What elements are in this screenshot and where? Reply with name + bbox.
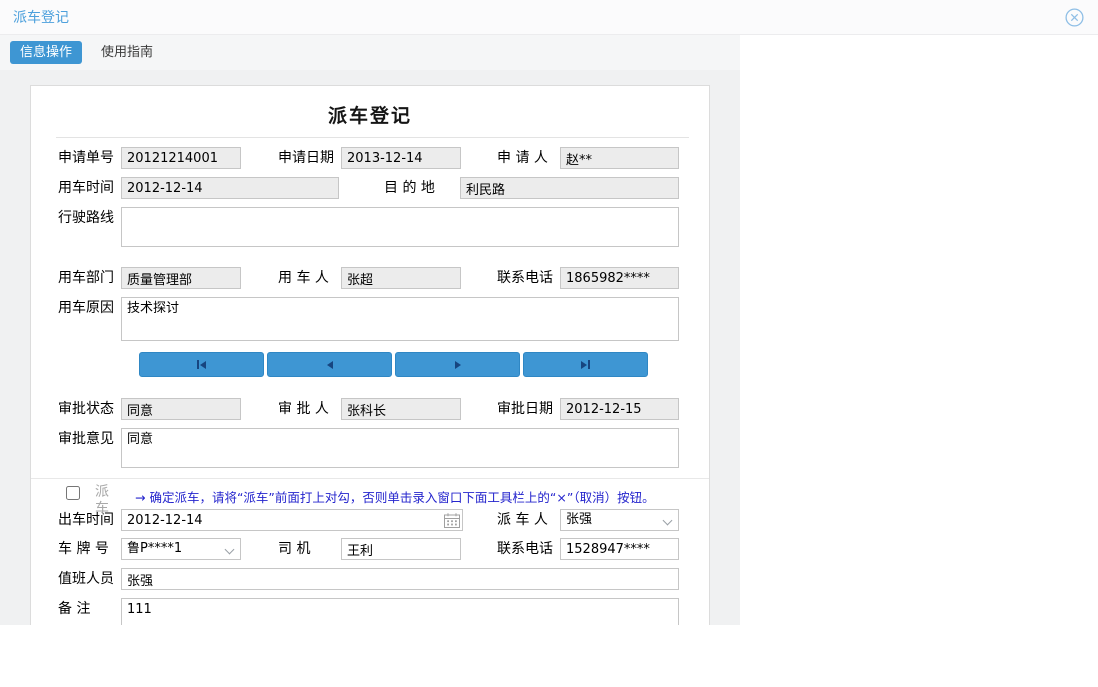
applicant-label: 申 请 人 [497, 147, 548, 169]
tab-info-operation[interactable]: 信息操作 [10, 41, 82, 64]
form-row: 申请单号 申请日期 申 请 人 [31, 147, 709, 169]
duty-person-input[interactable] [121, 568, 679, 590]
approver-label: 审 批 人 [278, 398, 329, 420]
form-row: 用车原因 技术探讨 [31, 297, 709, 341]
plate-no-label: 车 牌 号 [58, 538, 109, 560]
approver-input [341, 398, 461, 420]
route-label: 行驶路线 [58, 207, 114, 229]
nav-first-button[interactable] [139, 352, 264, 377]
record-navbar [139, 352, 648, 377]
department-label: 用车部门 [58, 267, 114, 289]
user-phone-label: 联系电话 [497, 267, 553, 289]
nav-next-button[interactable] [395, 352, 520, 377]
driver-label: 司 机 [278, 538, 310, 560]
destination-input [460, 177, 679, 199]
chevron-down-icon [663, 516, 673, 526]
page-background [0, 625, 1098, 687]
form-row: 用车时间 目 的 地 [31, 177, 709, 199]
form-title: 派车登记 [31, 101, 709, 128]
form-row: 出车时间 [31, 509, 709, 531]
apply-date-label: 申请日期 [278, 147, 334, 169]
route-textarea[interactable] [121, 207, 679, 247]
depart-time-input[interactable] [121, 509, 463, 531]
form-row: 行驶路线 [31, 207, 709, 247]
remark-label: 备 注 [58, 598, 90, 620]
calendar-icon[interactable] [443, 512, 461, 529]
circle-x-icon [1064, 7, 1085, 28]
dispatcher-select[interactable]: 张强 [560, 509, 679, 531]
department-input [121, 267, 241, 289]
dispatch-note: → 确定派车，请将“派车”前面打上对勾，否则单击录入窗口下面工具栏上的“×”（取… [135, 487, 655, 506]
chevron-down-icon [225, 545, 235, 555]
dialog-title: 派车登记 [13, 7, 69, 27]
driver-input[interactable] [341, 538, 461, 560]
left-column: 信息操作 使用指南 派车登记 申请单号 申请日期 申 请 人 用车 [0, 35, 740, 625]
car-user-label: 用 车 人 [278, 267, 329, 289]
first-record-icon [197, 360, 199, 369]
apply-no-label: 申请单号 [58, 147, 114, 169]
form-row: 审批状态 审 批 人 审批日期 [31, 398, 709, 420]
destination-label: 目 的 地 [384, 177, 435, 199]
tab-bar: 信息操作 使用指南 [0, 35, 740, 70]
use-time-input [121, 177, 339, 199]
nav-prev-button[interactable] [267, 352, 392, 377]
user-phone-input [560, 267, 679, 289]
form-row: 值班人员 [31, 568, 709, 590]
title-divider [56, 137, 689, 138]
dialog-content: 信息操作 使用指南 派车登记 申请单号 申请日期 申 请 人 用车 [0, 35, 1098, 625]
approve-opinion-label: 审批意见 [58, 428, 114, 450]
approve-status-input [121, 398, 241, 420]
apply-no-input [121, 147, 241, 169]
dispatcher-label: 派 车 人 [497, 509, 548, 531]
form-row: 审批意见 同意 [31, 428, 709, 468]
prev-record-icon [327, 361, 333, 369]
use-time-label: 用车时间 [58, 177, 114, 199]
right-blank-panel [740, 35, 1098, 625]
dispatch-checkbox[interactable] [66, 486, 80, 500]
remark-textarea[interactable]: 111 [121, 598, 679, 625]
form-row: 用车部门 用 车 人 联系电话 [31, 267, 709, 289]
approve-date-input [560, 398, 679, 420]
approve-opinion-textarea[interactable]: 同意 [121, 428, 679, 468]
last-record-icon [581, 361, 587, 369]
reason-textarea[interactable]: 技术探讨 [121, 297, 679, 341]
dialog-titlebar: 派车登记 [0, 0, 1098, 35]
section-divider [31, 478, 709, 479]
apply-date-input [341, 147, 461, 169]
applicant-input [560, 147, 679, 169]
tab-user-guide[interactable]: 使用指南 [91, 41, 163, 64]
reason-label: 用车原因 [58, 297, 114, 319]
nav-last-button[interactable] [523, 352, 648, 377]
duty-person-label: 值班人员 [58, 568, 114, 590]
form-row: 备 注 111 [31, 598, 709, 625]
approve-status-label: 审批状态 [58, 398, 114, 420]
car-user-input [341, 267, 461, 289]
driver-phone-label: 联系电话 [497, 538, 553, 560]
next-record-icon [455, 361, 461, 369]
form-row: 车 牌 号 鲁P****1 司 机 联系电话 [31, 538, 709, 560]
plate-no-select[interactable]: 鲁P****1 [121, 538, 241, 560]
dispatch-form-panel: 派车登记 申请单号 申请日期 申 请 人 用车时间 目 的 地 [30, 85, 710, 625]
close-button[interactable] [1063, 6, 1085, 28]
approve-date-label: 审批日期 [497, 398, 553, 420]
driver-phone-input[interactable] [560, 538, 679, 560]
dispatch-checkbox-label: 派车 [95, 484, 111, 518]
dialog-body: 派车登记 申请单号 申请日期 申 请 人 用车时间 目 的 地 [0, 70, 740, 625]
